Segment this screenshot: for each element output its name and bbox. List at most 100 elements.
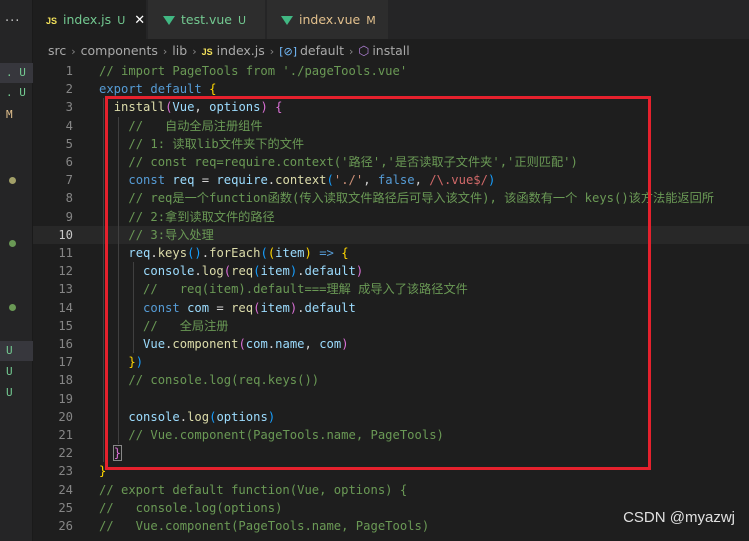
code-line[interactable]: 5 // 1: 读取lib文件夹下的文件 — [33, 135, 749, 153]
code-line[interactable]: 15 // 全局注册 — [33, 317, 749, 335]
code-token: // 自动全局注册组件 — [128, 118, 263, 133]
code-line[interactable]: 12 console.log(req(item).default) — [33, 262, 749, 280]
code-text: // req是一个function函数(传入读取文件路径后可导入该文件), 该函… — [99, 189, 714, 207]
code-line[interactable]: 9 // 2:拿到读取文件的路径 — [33, 208, 749, 226]
code-text: }) — [99, 353, 143, 371]
modified-dot-icon — [9, 177, 16, 184]
line-number: 21 — [58, 428, 73, 442]
code-token: => — [319, 246, 334, 260]
code-line[interactable]: 6 // const req=require.context('路径','是否读… — [33, 153, 749, 171]
code-token: default — [150, 82, 202, 97]
code-line[interactable]: 11 req.keys().forEach((item) => { — [33, 244, 749, 262]
git-status-marker: . U — [6, 86, 26, 99]
indent-guide — [103, 98, 104, 463]
line-number: 15 — [58, 318, 73, 333]
tab-status: M — [366, 14, 376, 27]
code-token: // req是一个function函数(传入读取文件路径后可导入该文件), 该函… — [128, 191, 714, 206]
breadcrumb-item-file[interactable]: index.js — [217, 43, 265, 58]
code-token: Vue — [172, 100, 195, 115]
line-number: 19 — [58, 391, 73, 406]
code-token: name — [275, 337, 305, 351]
breadcrumb-item-components[interactable]: components — [81, 43, 158, 58]
code-token: ( — [223, 264, 232, 279]
code-line[interactable]: 19 — [33, 390, 749, 408]
code-text: // console.log(options) — [99, 499, 282, 517]
code-line[interactable]: 4 // 自动全局注册组件 — [33, 117, 749, 135]
code-text: // 自动全局注册组件 — [99, 117, 263, 135]
code-line[interactable]: 7 const req = require.context('./', fals… — [33, 171, 749, 189]
tab-index-vue[interactable]: index.vue M — [267, 0, 389, 39]
code-token: // import PageTools from './pageTools.vu… — [99, 64, 408, 78]
more-actions-icon[interactable]: ··· — [5, 14, 20, 29]
code-text: export default { — [99, 80, 216, 98]
code-text: // 1: 读取lib文件夹下的文件 — [99, 135, 304, 153]
code-token: options — [209, 100, 261, 115]
code-line[interactable]: 24 // export default function(Vue, option… — [33, 481, 749, 499]
code-line[interactable]: 14 const com = req(item).default — [33, 299, 749, 317]
code-token: item — [260, 300, 290, 315]
line-number: 10 — [58, 227, 73, 242]
code-line[interactable]: 17 }) — [33, 353, 749, 371]
code-line[interactable]: 8 // req是一个function函数(传入读取文件路径后可导入该文件), … — [33, 189, 749, 207]
tab-status: U — [238, 14, 247, 27]
code-text: console.log(options) — [99, 408, 275, 426]
breadcrumb-item-lib[interactable]: lib — [172, 43, 187, 58]
git-status-marker: U — [6, 365, 13, 378]
code-token: req — [172, 173, 195, 188]
code-token: log — [201, 264, 224, 279]
close-icon[interactable]: ✕ — [134, 13, 145, 28]
code-token: /\.vue$/ — [429, 173, 488, 188]
tab-label: index.js — [63, 12, 112, 27]
breadcrumb-item-src[interactable]: src — [48, 43, 66, 58]
code-token: . — [194, 264, 202, 279]
code-line[interactable]: 18 // console.log(req.keys()) — [33, 371, 749, 389]
code-token: ( — [260, 246, 268, 260]
modified-dot-icon — [9, 304, 16, 311]
breadcrumb-item-default[interactable]: default — [300, 43, 344, 58]
line-number: 18 — [58, 373, 73, 388]
code-line[interactable]: 10 // 3:导入处理 — [33, 225, 749, 244]
code-line[interactable]: 13 // req(item).default===理解 成导入了该路径文件 — [33, 280, 749, 298]
code-editor[interactable]: 1 // import PageTools from './pageTools.v… — [33, 61, 749, 541]
code-token: // 2:拿到读取文件的路径 — [128, 209, 275, 224]
code-line[interactable]: 21 // Vue.component(PageTools.name, Page… — [33, 426, 749, 444]
code-line[interactable]: 2 export default { — [33, 80, 749, 98]
code-line[interactable]: 20 console.log(options) — [33, 408, 749, 426]
chevron-right-icon: › — [192, 45, 197, 58]
tab-index-js[interactable]: JS index.js U ✕ — [33, 0, 147, 39]
code-token: ) — [341, 337, 349, 351]
variable-icon: [⊘] — [279, 45, 297, 58]
line-number: 13 — [58, 282, 73, 297]
line-number: 24 — [58, 482, 73, 497]
code-token: // 1: 读取lib文件夹下的文件 — [128, 136, 305, 151]
indent-guide — [118, 116, 119, 445]
tab-test-vue[interactable]: test.vue U — [148, 0, 266, 39]
code-line[interactable]: 16 Vue.component(com.name, com) — [33, 335, 749, 353]
line-number: 7 — [65, 173, 73, 188]
breadcrumb-item-install[interactable]: install — [372, 43, 409, 58]
code-token: } — [128, 355, 136, 370]
code-text: // import PageTools from './pageTools.vu… — [99, 62, 407, 80]
editor-tab-bar: JS index.js U ✕ test.vue U index.vue M — [33, 0, 749, 39]
code-text: // console.log(req.keys()) — [99, 371, 319, 389]
code-token: item — [275, 246, 305, 260]
code-token: req — [231, 264, 254, 279]
git-status-marker: U — [0, 341, 33, 361]
tab-label: test.vue — [181, 12, 232, 27]
code-line[interactable]: 22 } — [33, 444, 749, 462]
code-token: './' — [333, 173, 364, 188]
line-number: 8 — [65, 191, 73, 206]
chevron-right-icon: › — [269, 45, 275, 58]
code-token: // export default function(Vue, options)… — [99, 482, 408, 497]
code-line[interactable]: 1 // import PageTools from './pageTools.v… — [33, 62, 749, 80]
code-line[interactable]: 3 install(Vue, options) { — [33, 98, 749, 116]
git-status-marker: M — [6, 108, 13, 121]
code-line[interactable]: 23} — [33, 462, 749, 480]
code-token: // console.log(req.keys()) — [128, 373, 320, 388]
line-number: 20 — [58, 409, 73, 424]
code-text: // req(item).default===理解 成导入了该路径文件 — [99, 280, 468, 298]
